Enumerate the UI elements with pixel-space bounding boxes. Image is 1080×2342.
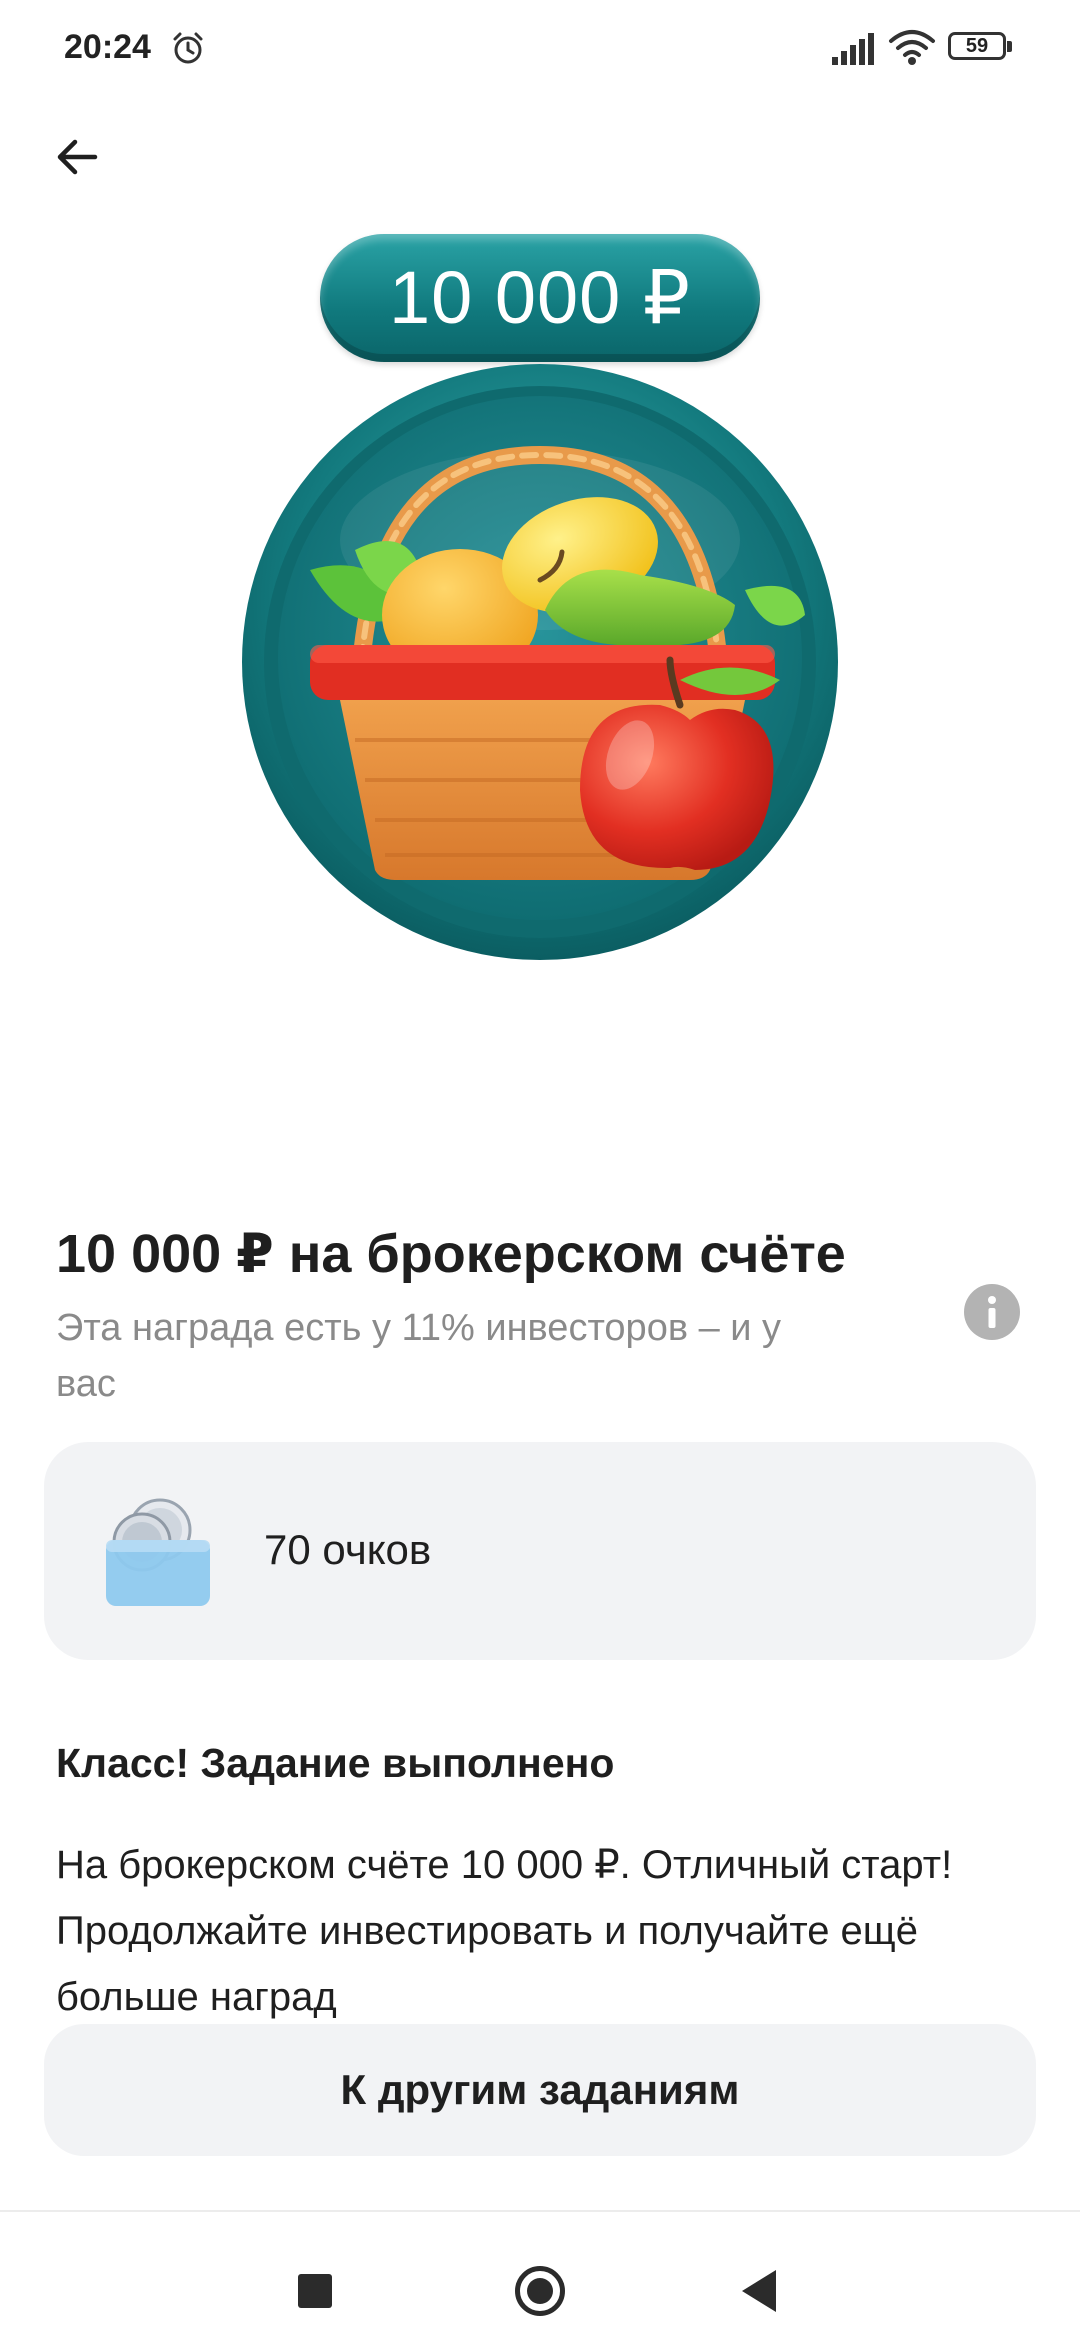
completion-heading: Класс! Задание выполнено bbox=[56, 1740, 615, 1786]
system-back-button[interactable] bbox=[742, 2270, 776, 2312]
reward-subtitle: Эта награда есть у 11% инвесторов – и у … bbox=[56, 1307, 782, 1405]
info-button[interactable] bbox=[964, 1284, 1020, 1340]
recents-button[interactable] bbox=[298, 2274, 332, 2308]
home-button[interactable] bbox=[515, 2266, 565, 2316]
completion-body: На брокерском счёте 10 000 ₽. Отличный с… bbox=[56, 1843, 953, 2019]
back-button[interactable] bbox=[42, 122, 112, 192]
fruit-basket-medal-illustration bbox=[240, 360, 840, 965]
reward-title: 10 000 ₽ на брокерском счёте bbox=[56, 1224, 846, 1284]
system-nav-bar bbox=[0, 2210, 1080, 2342]
points-label: 70 очков bbox=[264, 1526, 432, 1573]
battery-level: 59 bbox=[965, 35, 989, 57]
status-bar: 20:24 59 bbox=[0, 0, 1080, 100]
coin-wallet-icon bbox=[100, 1492, 210, 1617]
reward-amount-badge: 10 000 ₽ bbox=[320, 234, 760, 362]
wifi-icon bbox=[888, 28, 936, 71]
signal-icon bbox=[832, 33, 876, 70]
alarm-icon bbox=[170, 30, 206, 71]
battery-icon: 59 bbox=[948, 32, 1012, 62]
status-time: 20:24 bbox=[64, 28, 151, 66]
other-tasks-button[interactable]: К другим заданиям bbox=[44, 2024, 1036, 2156]
arrow-left-icon bbox=[57, 139, 98, 175]
points-card: 70 очков bbox=[44, 1442, 1036, 1660]
info-icon bbox=[988, 1296, 996, 1328]
